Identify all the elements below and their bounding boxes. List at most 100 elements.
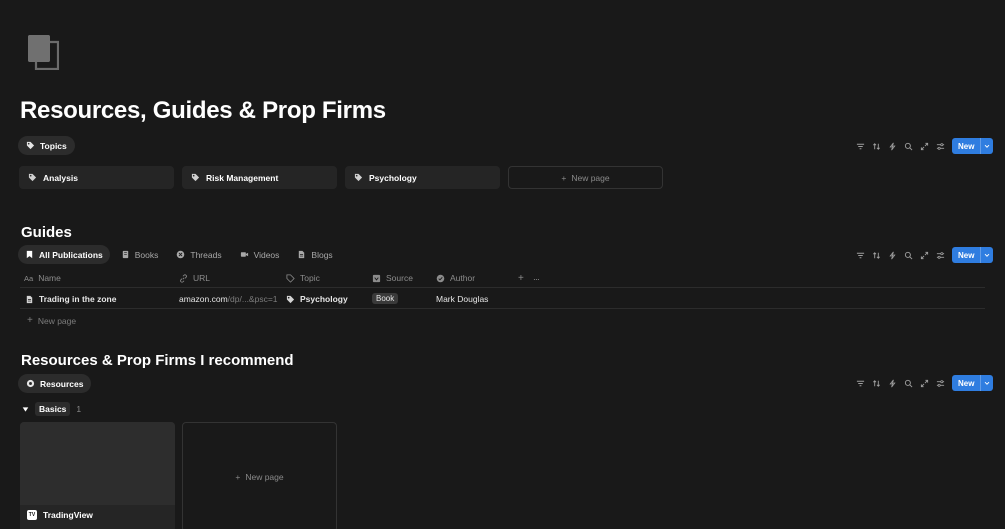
page-title[interactable]: Resources, Guides & Prop Firms bbox=[20, 97, 386, 125]
topic-card-label: Psychology bbox=[369, 172, 417, 183]
tag-icon bbox=[26, 141, 35, 150]
video-icon bbox=[240, 252, 248, 257]
sort-icon[interactable] bbox=[872, 142, 881, 151]
topic-card-psychology[interactable]: Psychology bbox=[345, 166, 500, 189]
page-icon[interactable] bbox=[27, 34, 60, 71]
tab-label: All Publications bbox=[39, 249, 103, 260]
view-tab-label: Topics bbox=[40, 140, 67, 151]
group-header-basics[interactable]: Basics 1 bbox=[22, 402, 81, 416]
column-header-name[interactable]: Aa Name bbox=[24, 273, 61, 283]
filter-icon[interactable] bbox=[856, 379, 865, 388]
more-options-icon[interactable]: ··· bbox=[533, 274, 540, 284]
tab-label: Videos bbox=[253, 249, 280, 260]
guides-toolbar: New bbox=[856, 247, 994, 263]
column-actions: + ··· bbox=[518, 273, 540, 284]
expand-icon[interactable] bbox=[920, 251, 929, 260]
card-cover bbox=[20, 422, 175, 505]
tab-videos[interactable]: Videos bbox=[233, 245, 287, 264]
new-page-label: New page bbox=[37, 315, 77, 326]
tradingview-logo-icon: TV bbox=[27, 510, 37, 520]
filter-icon[interactable] bbox=[856, 251, 865, 260]
search-icon[interactable] bbox=[904, 142, 913, 151]
new-button[interactable]: New bbox=[952, 247, 994, 263]
column-header-label: Author bbox=[450, 273, 476, 283]
chevron-down-icon[interactable] bbox=[980, 247, 993, 263]
caret-down-icon[interactable] bbox=[22, 406, 29, 413]
cell-source[interactable]: Book bbox=[372, 293, 399, 304]
url-domain: amazon.com bbox=[179, 294, 228, 304]
cell-url[interactable]: amazon.com /dp/...&psc=1 bbox=[179, 294, 278, 304]
cell-topic[interactable]: Psychology bbox=[286, 294, 348, 304]
column-header-source[interactable]: Source bbox=[372, 273, 413, 283]
table-new-page-button[interactable]: + New page bbox=[27, 315, 76, 326]
automation-icon[interactable] bbox=[888, 379, 897, 388]
group-label: Basics bbox=[35, 402, 71, 416]
automation-icon[interactable] bbox=[888, 142, 897, 151]
view-tab-resources[interactable]: Resources bbox=[18, 374, 92, 393]
cell-topic-text: Psychology bbox=[300, 294, 348, 304]
gallery-new-page-button[interactable]: + New page bbox=[182, 422, 337, 529]
resources-title[interactable]: Resources & Prop Firms I recommend bbox=[21, 352, 294, 369]
topic-card-label: Analysis bbox=[43, 172, 78, 183]
sort-icon[interactable] bbox=[872, 379, 881, 388]
book-icon bbox=[122, 250, 128, 259]
expand-icon[interactable] bbox=[920, 379, 929, 388]
column-header-topic[interactable]: Topic bbox=[286, 273, 320, 283]
tag-icon bbox=[354, 173, 363, 182]
settings-icon[interactable] bbox=[936, 379, 945, 388]
chevron-down-icon[interactable] bbox=[980, 375, 993, 391]
topic-card-risk-management[interactable]: Risk Management bbox=[182, 166, 337, 189]
tab-blogs[interactable]: Blogs bbox=[290, 245, 339, 264]
search-icon[interactable] bbox=[904, 379, 913, 388]
new-button-label: New bbox=[958, 250, 975, 260]
gallery-card-tradingview[interactable]: TV TradingView bbox=[20, 422, 175, 529]
tab-all-publications[interactable]: All Publications bbox=[18, 245, 110, 264]
guides-title[interactable]: Guides bbox=[21, 224, 72, 241]
text-icon: Aa bbox=[24, 273, 34, 283]
filter-icon[interactable] bbox=[856, 142, 865, 151]
card-title: TradingView bbox=[43, 510, 93, 520]
bookmark-icon bbox=[26, 250, 33, 259]
tab-threads[interactable]: Threads bbox=[169, 245, 228, 264]
column-header-label: Name bbox=[38, 273, 61, 283]
plus-icon: + bbox=[561, 172, 567, 183]
tab-books[interactable]: Books bbox=[114, 245, 166, 264]
plus-icon: + bbox=[235, 472, 241, 482]
check-circle-icon bbox=[436, 274, 445, 282]
new-button-label: New bbox=[958, 141, 975, 151]
automation-icon[interactable] bbox=[888, 251, 897, 260]
settings-icon[interactable] bbox=[936, 142, 945, 151]
column-header-label: Topic bbox=[300, 273, 320, 283]
topic-card-analysis[interactable]: Analysis bbox=[19, 166, 174, 189]
cell-author-text: Mark Douglas bbox=[436, 294, 489, 304]
cell-author[interactable]: Mark Douglas bbox=[436, 294, 488, 304]
document-icon bbox=[299, 250, 305, 259]
resources-toolbar: New bbox=[856, 375, 994, 391]
sort-icon[interactable] bbox=[872, 251, 881, 260]
cell-name-text: Trading in the zone bbox=[39, 294, 117, 304]
column-header-url[interactable]: URL bbox=[179, 273, 210, 283]
topics-new-page-button[interactable]: + New page bbox=[508, 166, 663, 189]
chevron-down-icon[interactable] bbox=[980, 138, 993, 154]
tab-label: Blogs bbox=[311, 249, 333, 260]
table-row[interactable]: Trading in the zone amazon.com /dp/...&p… bbox=[20, 289, 985, 309]
column-header-label: Source bbox=[386, 273, 413, 283]
search-icon[interactable] bbox=[904, 251, 913, 260]
expand-icon[interactable] bbox=[920, 142, 929, 151]
tag-icon bbox=[191, 173, 200, 182]
settings-icon[interactable] bbox=[936, 251, 945, 260]
cell-name[interactable]: Trading in the zone bbox=[25, 294, 116, 304]
gear-icon bbox=[26, 379, 35, 388]
topic-card-label: Risk Management bbox=[206, 172, 279, 183]
new-button[interactable]: New bbox=[952, 138, 994, 154]
tag-icon bbox=[28, 173, 37, 182]
add-column-icon[interactable]: + bbox=[518, 273, 524, 284]
tag-icon bbox=[286, 273, 295, 283]
plus-icon: + bbox=[27, 315, 33, 326]
view-tab-topics[interactable]: Topics bbox=[18, 136, 75, 155]
column-header-author[interactable]: Author bbox=[436, 273, 475, 283]
new-page-label: New page bbox=[245, 472, 284, 482]
select-icon bbox=[372, 274, 381, 282]
source-tag: Book bbox=[372, 293, 399, 304]
new-button[interactable]: New bbox=[952, 375, 994, 391]
